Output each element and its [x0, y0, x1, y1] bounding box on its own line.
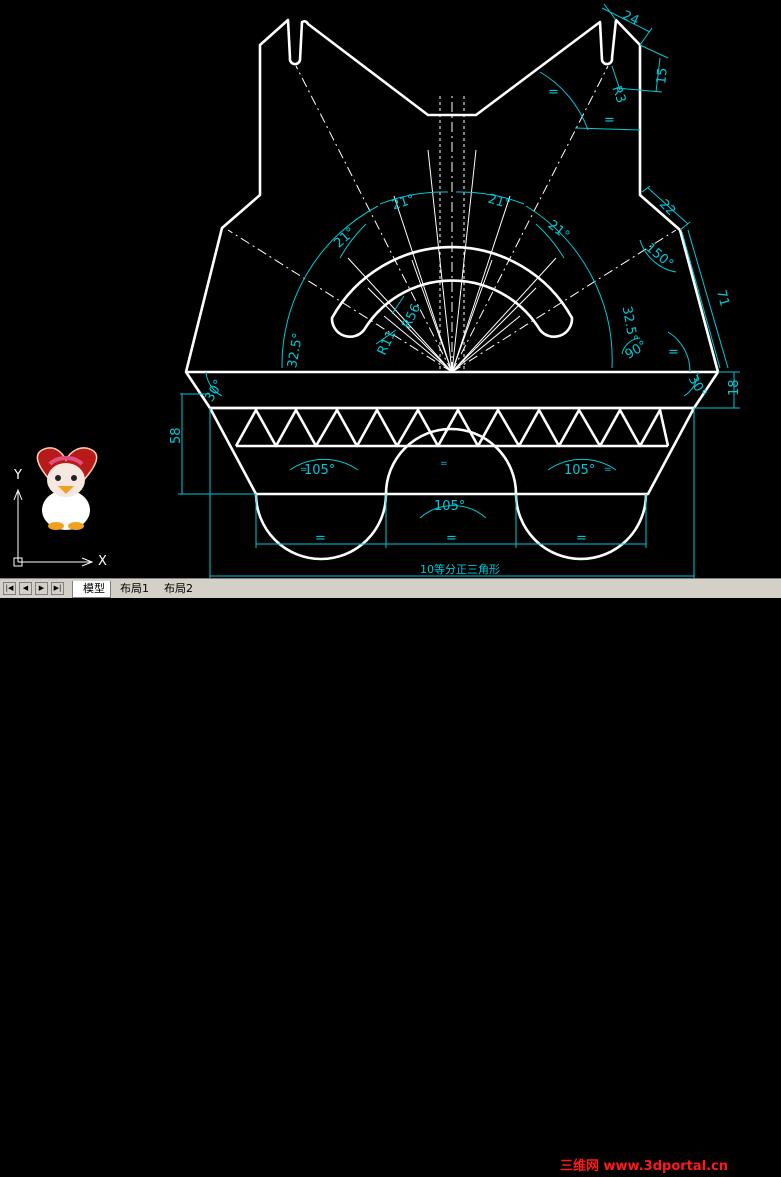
cad-drawing: 24 15 R3 = = 21° 21° 21° 21° 32.5° 32.5°…	[13, 3, 742, 578]
dim-slot-depth: 15	[654, 67, 670, 85]
mascot-icon	[36, 447, 98, 530]
dim-angle-21-d: 21°	[545, 218, 572, 244]
dim-equal-2: =	[604, 113, 615, 128]
dim-equal-5: =	[446, 531, 457, 546]
next-tab-button[interactable]: ▶	[35, 582, 48, 595]
dim-height-band: 18	[727, 379, 742, 396]
dim-radius-r11: R11	[375, 328, 399, 358]
dim-equal-3: =	[668, 345, 679, 360]
dim-edge-right: 22	[656, 197, 678, 219]
tab-model[interactable]: 模型	[72, 581, 111, 598]
dim-angle-21-a: 21°	[331, 225, 358, 252]
dim-equal-7: =	[300, 465, 308, 475]
dim-equal-9: =	[440, 459, 448, 469]
first-tab-button[interactable]: |◀	[3, 582, 16, 595]
dim-equal-6: =	[576, 531, 587, 546]
dim-angle-105-left: 105°	[304, 463, 335, 478]
drawing-canvas[interactable]: 24 15 R3 = = 21° 21° 21° 21° 32.5° 32.5°…	[0, 0, 781, 578]
ucs-x-label: X	[98, 554, 107, 569]
dim-angle-150: 150°	[642, 240, 676, 272]
dimension-lines	[178, 3, 740, 578]
prev-tab-button[interactable]: ◀	[19, 582, 32, 595]
dim-equal-4: =	[315, 531, 326, 546]
dim-angle-32-5-left: 32.5°	[285, 332, 306, 370]
tab-layout2[interactable]: 布局2	[154, 581, 198, 597]
dim-bottom-note: 10等分正三角形	[420, 562, 500, 576]
site-watermark: 三维网 www.3dportal.cn	[560, 1159, 729, 1174]
dim-angle-105-mid: 105°	[434, 499, 465, 514]
dim-equal-1: =	[548, 85, 559, 100]
dim-height-right: 71	[713, 288, 732, 308]
ucs-y-label: Y	[14, 468, 22, 483]
dim-height-left: 58	[169, 427, 184, 444]
dim-angle-30-right: 30°	[685, 373, 710, 400]
dim-slot-radius: R3	[608, 84, 628, 105]
dim-angle-21-c: 21°	[486, 192, 512, 213]
dim-equal-8: =	[604, 465, 612, 475]
dim-angle-105-right: 105°	[564, 463, 595, 478]
tab-layout1[interactable]: 布局1	[110, 581, 154, 597]
last-tab-button[interactable]: ▶|	[51, 582, 64, 595]
dim-angle-32-5-right: 32.5°	[619, 305, 640, 343]
dim-angle-21-b: 21°	[390, 192, 417, 213]
dim-radius-r56: R56	[400, 302, 424, 332]
layout-tab-bar: |◀ ◀ ▶ ▶| 模型 布局1 布局2 三维网 www.3dportal.cn	[0, 578, 781, 1174]
